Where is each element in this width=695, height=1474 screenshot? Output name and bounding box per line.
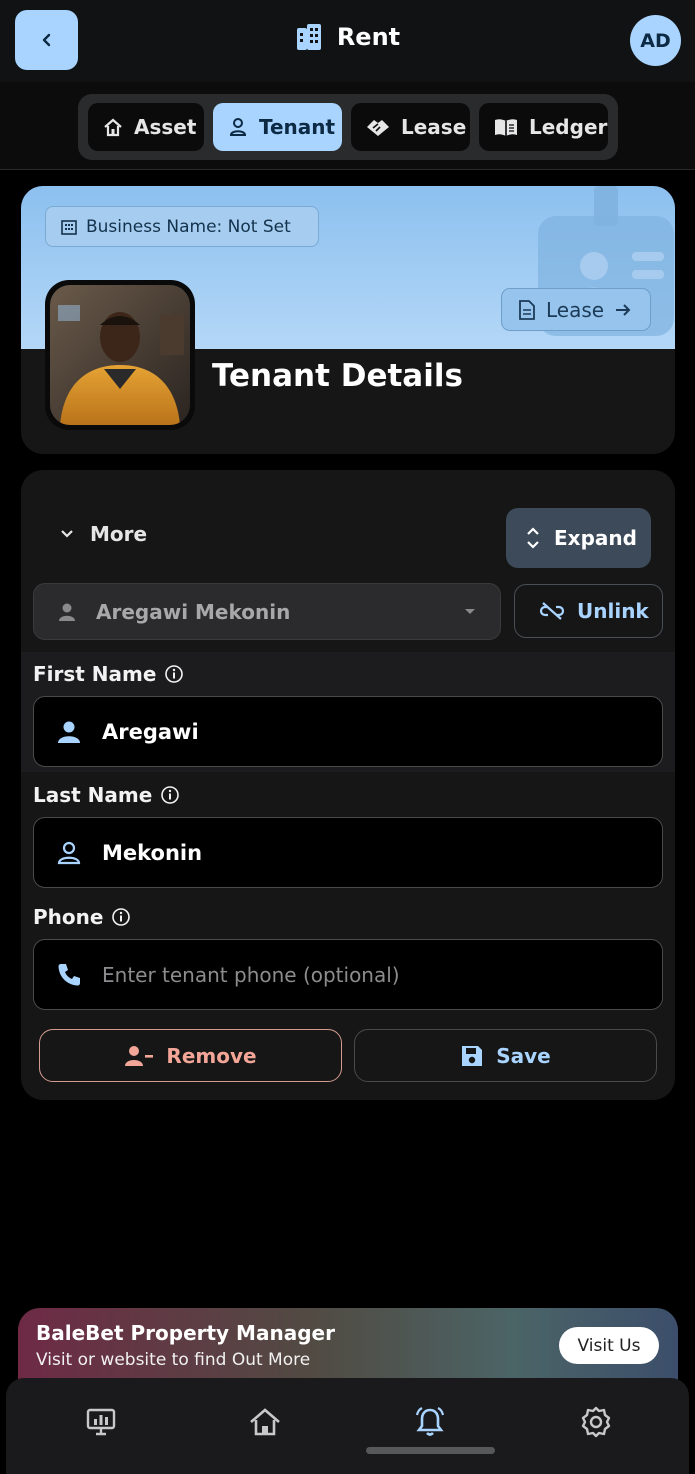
person-icon [56,720,82,744]
gear-icon [579,1405,613,1439]
app-title: Rent [0,22,695,52]
person-icon [56,601,78,623]
link-off-icon [539,600,565,622]
first-name-label: First Name [33,662,184,686]
info-icon[interactable] [160,785,180,805]
tenant-portrait-image [50,285,190,425]
business-name-text: Business Name: Not Set [86,216,291,237]
nav-dashboard[interactable] [83,1404,119,1440]
dropdown-arrow-icon [464,608,476,616]
handshake-icon [365,116,391,138]
chevron-down-icon [60,529,74,539]
tab-ledger[interactable]: Ledger [479,103,608,151]
promo-subtitle: Visit or website to find Out More [36,1350,311,1370]
first-name-label-text: First Name [33,662,157,686]
tenant-details-title: Tenant Details [212,358,463,394]
phone-label: Phone [33,905,131,929]
remove-tenant-button[interactable]: Remove [39,1029,342,1082]
remove-label: Remove [166,1043,257,1068]
tab-asset[interactable]: Asset [88,103,204,151]
book-icon [493,116,519,138]
visit-us-button[interactable]: Visit Us [559,1327,659,1364]
expand-label: Expand [554,526,637,550]
unlink-label: Unlink [577,599,649,623]
first-name-field[interactable]: Aregawi [33,696,663,767]
home-indicator [366,1447,495,1454]
last-name-field[interactable]: Mekonin [33,817,663,888]
tab-label: Ledger [529,115,608,139]
tenant-select-value: Aregawi Mekonin [96,599,291,624]
tab-label: Tenant [259,115,336,139]
save-button[interactable]: Save [354,1029,657,1082]
home-icon [248,1406,282,1438]
phone-field[interactable] [33,939,663,1010]
person-remove-icon [124,1045,154,1067]
info-icon[interactable] [111,907,131,927]
last-name-label: Last Name [33,783,180,807]
lease-link-button[interactable]: Lease [501,288,651,331]
lease-link-label: Lease [546,297,605,322]
tab-tenant[interactable]: Tenant [213,103,342,151]
more-label: More [90,522,148,546]
last-name-value: Mekonin [102,840,203,865]
phone-input[interactable] [102,962,582,987]
page-title: Rent [336,23,401,51]
building-icon [295,22,323,52]
save-label: Save [496,1043,551,1068]
user-avatar[interactable]: AD [630,15,681,66]
nav-notifications[interactable] [412,1404,448,1440]
more-toggle[interactable]: More [60,522,147,546]
tab-label: Lease [401,115,467,139]
nav-settings[interactable] [578,1404,614,1440]
building-icon [60,218,78,236]
phone-icon [56,962,82,988]
promo-title: BaleBet Property Manager [36,1321,335,1345]
tab-label: Asset [134,115,197,139]
tenant-photo[interactable] [45,280,195,430]
person-outline-icon [56,841,82,865]
nav-home[interactable] [247,1404,283,1440]
last-name-label-text: Last Name [33,783,153,807]
unfold-icon [526,526,540,550]
arrow-right-icon [614,302,632,318]
tenant-select-dropdown[interactable]: Aregawi Mekonin [33,583,501,640]
phone-label-text: Phone [33,905,104,929]
first-name-value: Aregawi [102,719,199,744]
document-icon [518,299,536,321]
floppy-disk-icon [460,1044,484,1068]
house-icon [102,116,124,138]
person-icon [227,116,249,138]
tab-lease[interactable]: Lease [351,103,470,151]
presentation-chart-icon [85,1407,117,1437]
unlink-button[interactable]: Unlink [514,584,663,638]
bell-icon [413,1405,447,1439]
info-icon[interactable] [164,664,184,684]
business-name-chip: Business Name: Not Set [45,206,319,247]
expand-button[interactable]: Expand [506,508,651,568]
